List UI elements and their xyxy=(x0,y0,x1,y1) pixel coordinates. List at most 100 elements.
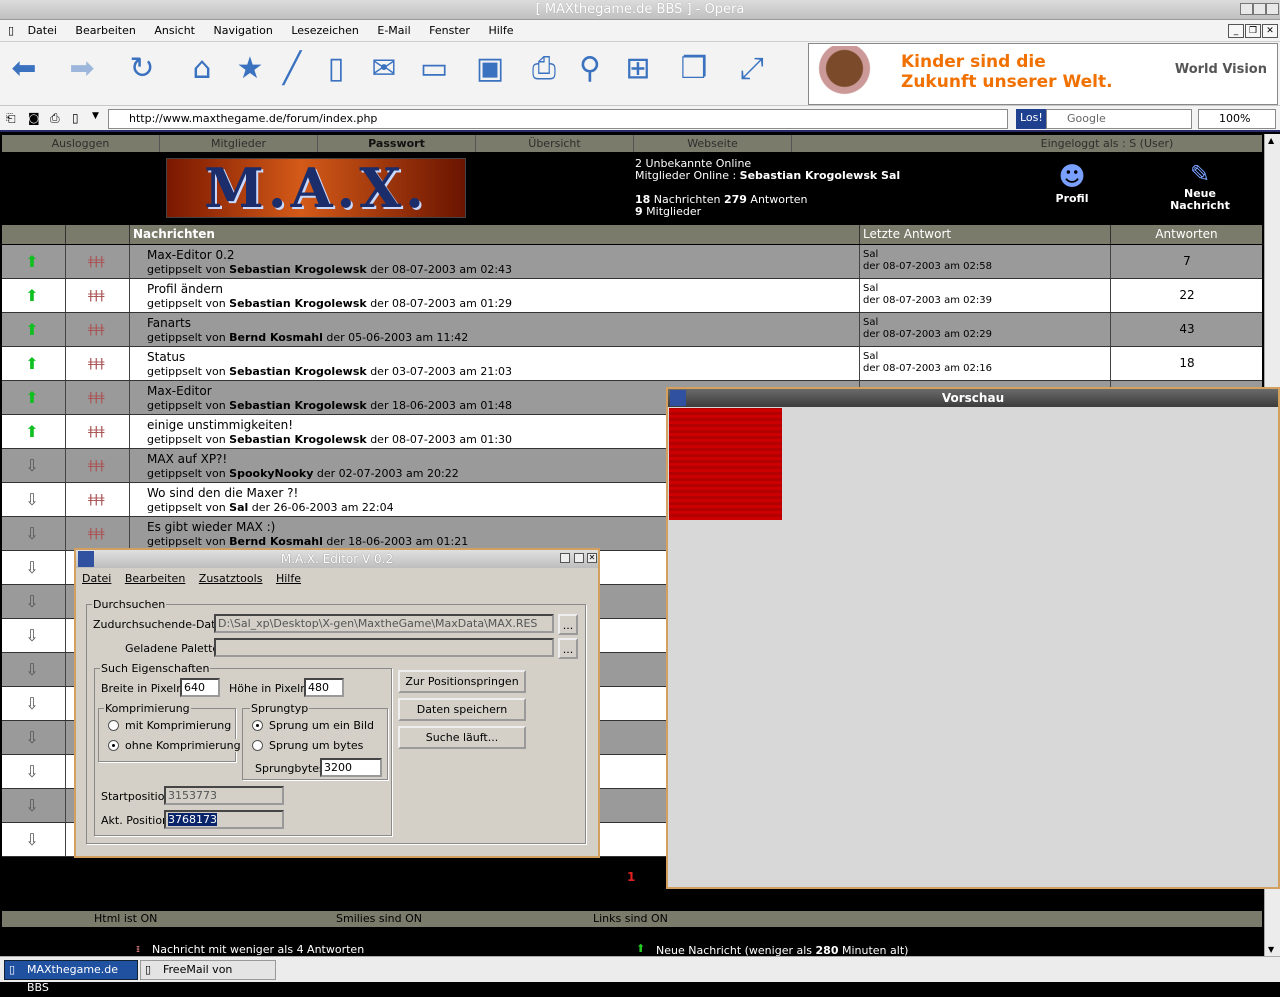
thread-title[interactable]: Max-Editor xyxy=(147,384,212,398)
menu-fenster[interactable]: Fenster xyxy=(429,20,470,42)
table-row[interactable]: ⬆ ǂǂǂ Profil ändern getippselt von Sebastia… xyxy=(2,279,1262,313)
browse-file-button[interactable]: ... xyxy=(558,614,578,635)
nav-members[interactable]: Mitglieder xyxy=(160,135,318,152)
goto-position-button[interactable]: Zur Positionspringen xyxy=(398,670,526,693)
panel-toggle-icon[interactable]: ⎗ xyxy=(6,111,16,126)
print-small-icon[interactable]: ⎙ xyxy=(50,111,60,126)
thread-author[interactable]: Sal xyxy=(229,501,248,514)
profile-link[interactable]: ☻ Profil xyxy=(1046,162,1098,205)
new-page-icon[interactable]: ▯ xyxy=(316,48,356,88)
editor-title-bar[interactable]: M.A.X. Editor V 0.2 xyxy=(76,550,598,568)
thread-author[interactable]: SpookyNooky xyxy=(229,467,313,480)
thread-author[interactable]: Sebastian Krogolewsk xyxy=(229,297,367,310)
table-row[interactable]: ⬆ ǂǂǂ Max-Editor 0.2 getippselt von Sebasti… xyxy=(2,245,1262,279)
minimize-button[interactable] xyxy=(1240,3,1253,15)
editor-maximize-button[interactable] xyxy=(574,553,584,563)
without-compress-label[interactable]: ohne Komprimierung xyxy=(124,739,242,752)
table-row[interactable]: ⬆ ǂǂǂ Fanarts getippselt von Bernd Kosmahl … xyxy=(2,313,1262,347)
editor-menu-bearbeiten[interactable]: Bearbeiten xyxy=(125,572,185,585)
thread-author[interactable]: Sebastian Krogolewsk xyxy=(229,365,367,378)
thread-author[interactable]: Bernd Kosmahl xyxy=(229,331,323,344)
editor-minimize-button[interactable] xyxy=(560,553,570,563)
page-small-icon[interactable]: ▯ xyxy=(72,111,79,125)
jump-bytes-field[interactable]: 3200 xyxy=(320,758,382,777)
editor-close-button[interactable]: ✕ xyxy=(587,553,597,563)
menu-navigation[interactable]: Navigation xyxy=(213,20,272,42)
folder-icon[interactable]: ▭ xyxy=(414,48,454,88)
with-compress-label[interactable]: mit Komprimierung xyxy=(124,719,233,732)
menu-datei[interactable]: Datei xyxy=(28,20,57,42)
jump-image-radio[interactable] xyxy=(252,720,263,731)
notes-icon[interactable]: ╱ xyxy=(272,48,312,88)
thread-title[interactable]: Profil ändern xyxy=(147,282,223,296)
height-field[interactable]: 480 xyxy=(304,678,344,697)
nav-overview[interactable]: Übersicht xyxy=(476,135,634,152)
editor-menu-zusatztools[interactable]: Zusatztools xyxy=(199,572,263,585)
thread-title[interactable]: Fanarts xyxy=(147,316,191,330)
preview-title-bar[interactable]: Vorschau xyxy=(668,389,1278,407)
without-compress-radio[interactable] xyxy=(108,740,119,751)
menu-ansicht[interactable]: Ansicht xyxy=(154,20,195,42)
menu-hilfe[interactable]: Hilfe xyxy=(488,20,513,42)
thread-author[interactable]: Sebastian Krogolewsk xyxy=(229,433,367,446)
cascade-windows-icon[interactable]: ❐ xyxy=(674,48,714,88)
bookmark-star-icon[interactable]: ★ xyxy=(230,48,270,88)
palette-field[interactable] xyxy=(214,638,554,657)
jump-bytes-radio[interactable] xyxy=(252,740,263,751)
ad-banner[interactable]: Kinder sind die Zukunft unserer Welt. Wo… xyxy=(808,43,1278,105)
jump-bytes-label[interactable]: Sprung um bytes xyxy=(268,739,365,752)
mdi-close-button[interactable]: ✕ xyxy=(1262,24,1278,38)
jump-image-label[interactable]: Sprung um ein Bild xyxy=(268,719,376,732)
search-running-button[interactable]: Suche läuft... xyxy=(398,726,526,749)
editor-menu-datei[interactable]: Datei xyxy=(82,572,111,585)
reload-icon[interactable]: ↻ xyxy=(122,48,162,88)
task-maxthegame[interactable]: ▯ MAXthegame.de BBS xyxy=(4,960,138,994)
thread-author[interactable]: Sebastian Krogolewsk xyxy=(229,263,367,276)
scroll-down-icon[interactable]: ▼ xyxy=(1268,945,1274,954)
go-button[interactable]: Los! xyxy=(1016,109,1047,129)
menu-bearbeiten[interactable]: Bearbeiten xyxy=(75,20,135,42)
url-field[interactable]: http://www.maxthegame.de/forum/index.php xyxy=(108,109,1008,129)
screenshot-icon[interactable]: ◙ xyxy=(28,111,40,125)
current-position-field[interactable]: 3768173 xyxy=(164,810,284,829)
mdi-restore-button[interactable]: ❐ xyxy=(1245,24,1261,38)
zoom-select[interactable]: 100% xyxy=(1198,109,1276,129)
search-engine-field[interactable]: Google xyxy=(1046,109,1192,129)
width-field[interactable]: 640 xyxy=(180,678,220,697)
thread-title[interactable]: einige unstimmigkeiten! xyxy=(147,418,293,432)
dropdown-icon[interactable]: ▼ xyxy=(92,111,99,121)
maximize-button[interactable] xyxy=(1253,3,1266,15)
table-row[interactable]: ⬆ ǂǂǂ Status getippselt von Sebastian Krogo… xyxy=(2,347,1262,381)
fullscreen-icon[interactable]: ⤢ xyxy=(732,48,772,88)
page-number[interactable]: 1 xyxy=(627,870,635,884)
close-button[interactable] xyxy=(1266,3,1279,15)
thread-title[interactable]: Status xyxy=(147,350,185,364)
home-icon[interactable]: ⌂ xyxy=(182,48,222,88)
mail-icon[interactable]: ✉ xyxy=(364,48,404,88)
thread-title[interactable]: Es gibt wieder MAX :) xyxy=(147,520,275,534)
nav-logout[interactable]: Ausloggen xyxy=(2,135,160,152)
tile-windows-icon[interactable]: ⊞ xyxy=(618,48,658,88)
scroll-up-icon[interactable]: ▲ xyxy=(1268,136,1274,145)
save-icon[interactable]: ▣ xyxy=(470,48,510,88)
menu-lesezeichen[interactable]: Lesezeichen xyxy=(291,20,359,42)
nav-password[interactable]: Passwort xyxy=(318,135,476,152)
file-field[interactable]: D:\Sal_xp\Desktop\X-gen\MaxtheGame\MaxDa… xyxy=(214,614,554,633)
mdi-minimize-button[interactable]: _ xyxy=(1228,24,1244,38)
thread-title[interactable]: Max-Editor 0.2 xyxy=(147,248,235,262)
forward-icon[interactable]: ➡ xyxy=(62,48,102,88)
save-data-button[interactable]: Daten speichern xyxy=(398,698,526,721)
task-freemail[interactable]: ▯ FreeMail von WEB.DE xyxy=(140,960,276,994)
with-compress-radio[interactable] xyxy=(108,720,119,731)
browse-palette-button[interactable]: ... xyxy=(558,638,578,659)
thread-title[interactable]: MAX auf XP?! xyxy=(147,452,227,466)
menu-email[interactable]: E-Mail xyxy=(377,20,410,42)
thread-title[interactable]: Wo sind den die Maxer ?! xyxy=(147,486,298,500)
back-icon[interactable]: ⬅ xyxy=(4,48,44,88)
print-icon[interactable]: ⎙ xyxy=(524,48,564,88)
search-icon[interactable]: ⚲ xyxy=(570,48,610,88)
start-position-field[interactable]: 3153773 xyxy=(164,786,284,805)
thread-author[interactable]: Sebastian Krogolewsk xyxy=(229,399,367,412)
thread-author[interactable]: Bernd Kosmahl xyxy=(229,535,323,548)
new-message-link[interactable]: ✎ Neue Nachricht xyxy=(1160,160,1240,212)
